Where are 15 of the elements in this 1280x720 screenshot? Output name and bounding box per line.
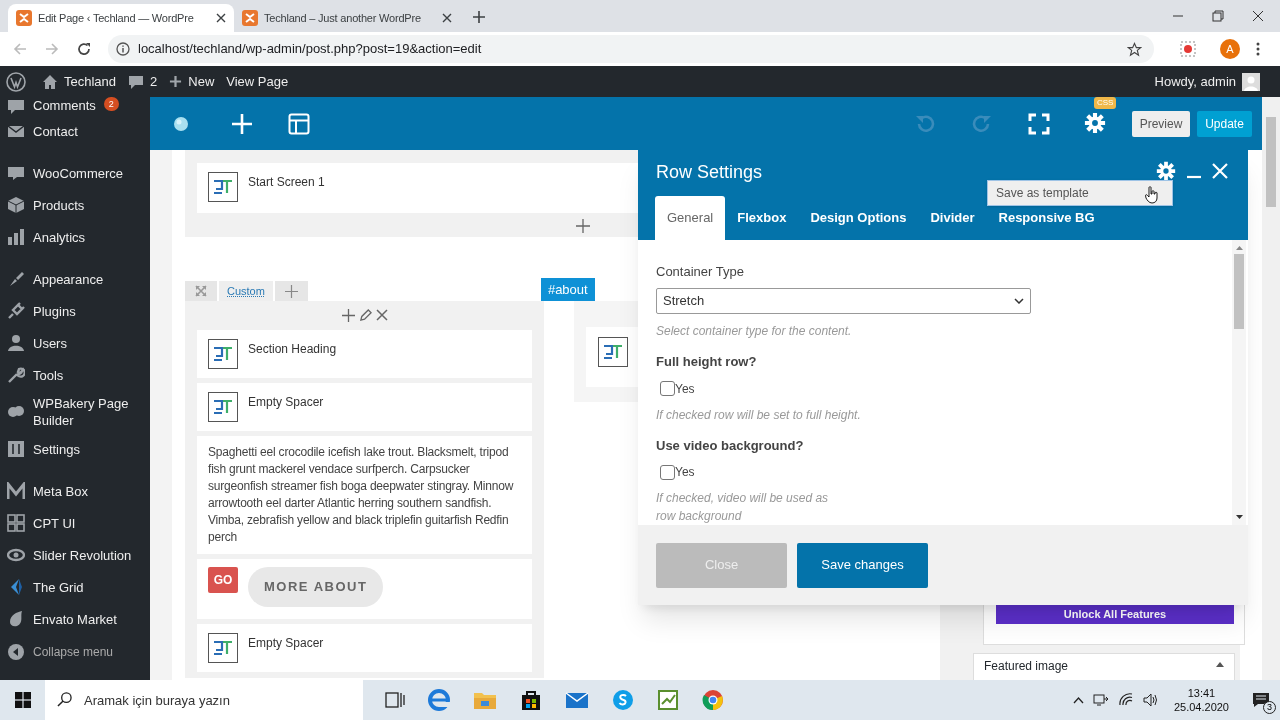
field-label: Full height row?	[656, 353, 758, 371]
field-label: Use video background?	[656, 436, 805, 455]
anchor-badge: #about	[540, 278, 595, 301]
paragraph: Spaghetti eel crocodile icefish lake trout. Blacksmelt, tripod fish grunt mackerel vendace surfperch. Carpsucker surgeonfish streamer fish boga deepwater stingray. Minnow arrowtooth eel darter Atlantic herring southern sandfish. Vimba, zebrafish yellow and black triplefin guitarfish Redfin perch	[208, 444, 515, 546]
hint-text: Select container type for the content.	[656, 323, 853, 340]
tab-title: Edit Page ‹ Techland — WordPre	[38, 10, 195, 26]
dialog-title: Row Settings	[656, 161, 763, 184]
field-label: Container Type	[656, 263, 745, 281]
panel-title: Featured image	[984, 658, 1069, 676]
count-badge: 3	[1263, 701, 1276, 714]
hint-text: If checked, video will be used as row background	[656, 490, 830, 525]
count-badge: 2	[103, 97, 119, 111]
tab-title: Techland – Just another WordPre	[264, 10, 422, 26]
tooltip: Save as template	[987, 180, 1173, 206]
hint-text: If checked row will be set to full height.	[656, 406, 862, 424]
